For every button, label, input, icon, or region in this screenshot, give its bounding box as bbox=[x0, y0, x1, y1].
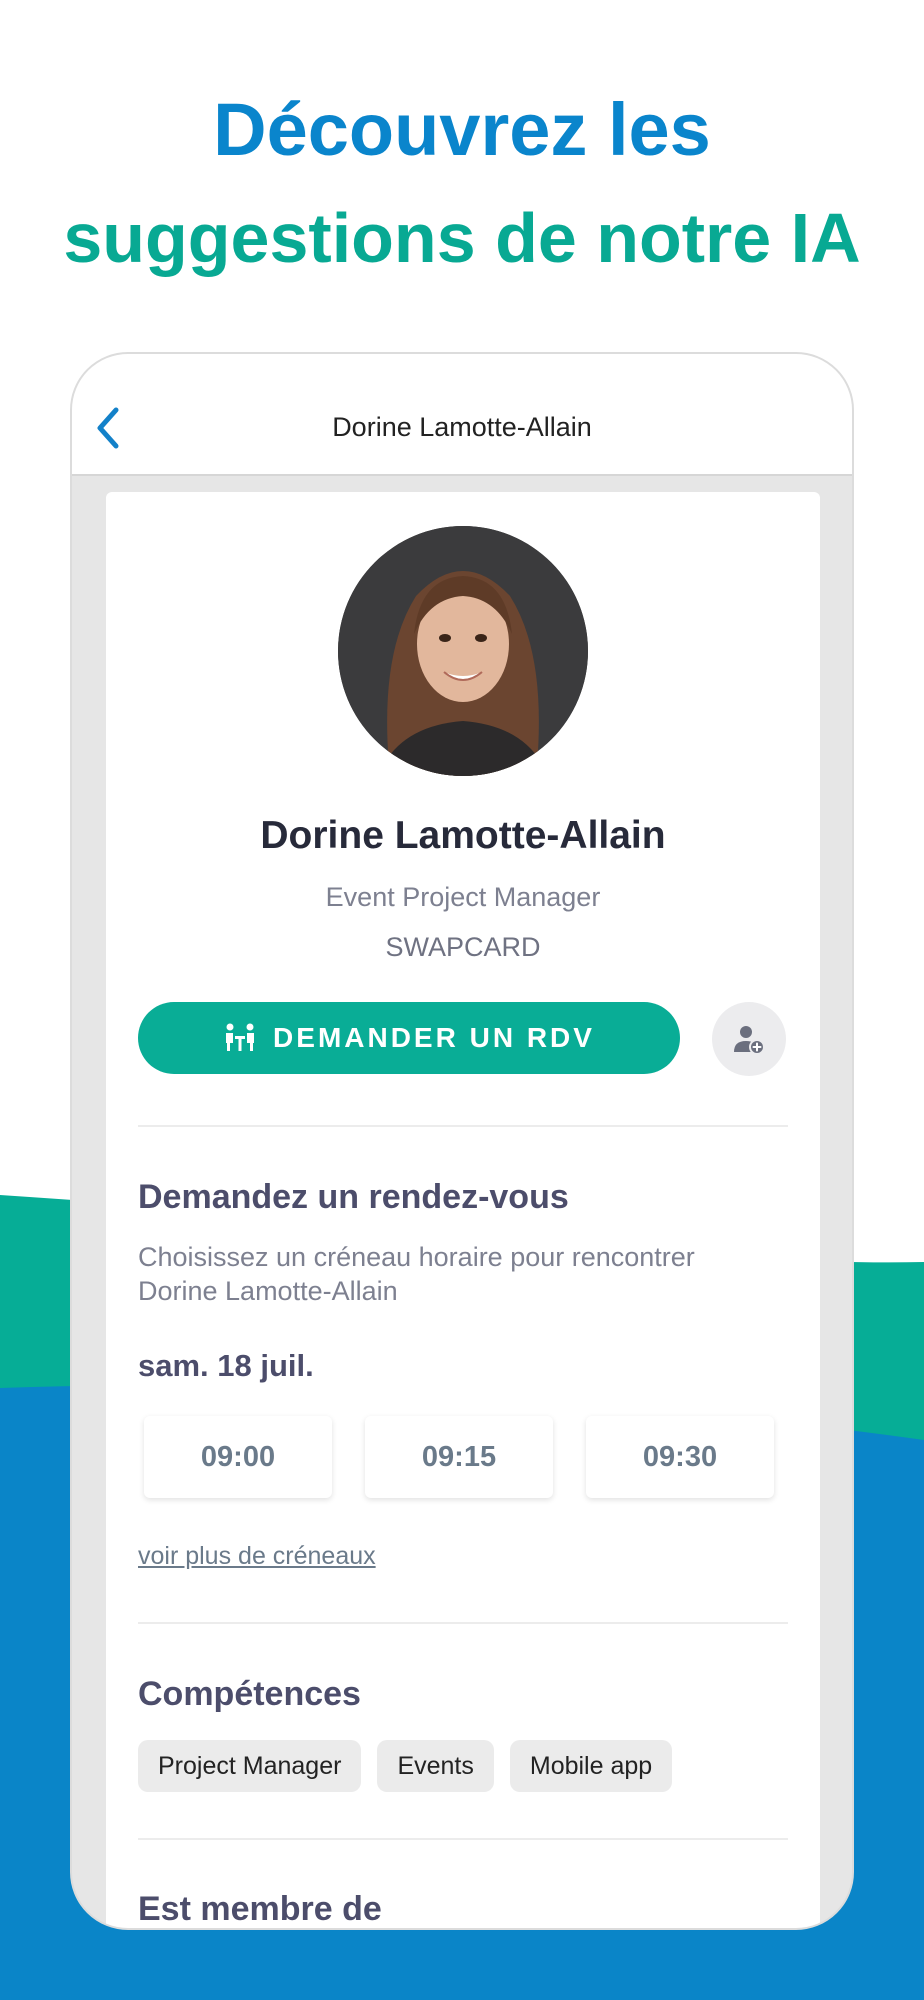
skills-section-title: Compétences bbox=[138, 1675, 361, 1713]
skill-tag: Events bbox=[377, 1740, 494, 1792]
job-title: Event Project Manager bbox=[325, 882, 601, 912]
time-slot[interactable]: 09:30 bbox=[586, 1416, 774, 1498]
divider bbox=[138, 1622, 788, 1624]
headline: Découvrez les suggestions de notre IA bbox=[0, 85, 924, 283]
time-slot[interactable]: 09:00 bbox=[144, 1416, 332, 1498]
profile-card: Dorine Lamotte-Allain Event Project Mana… bbox=[106, 492, 820, 1928]
add-contact-button[interactable] bbox=[712, 1002, 786, 1076]
skills-tag-list: Project Manager Events Mobile app bbox=[138, 1740, 673, 1792]
request-meeting-label: DEMANDER UN RDV bbox=[273, 1022, 595, 1053]
topbar-title: Dorine Lamotte-Allain bbox=[332, 412, 592, 442]
add-contact-icon bbox=[734, 1026, 765, 1055]
request-meeting-button[interactable]: DEMANDER UN RDV bbox=[138, 1002, 680, 1074]
avatar bbox=[338, 526, 588, 776]
meeting-section-title: Demandez un rendez-vous bbox=[138, 1178, 569, 1216]
headline-line-2: suggestions de notre IA bbox=[63, 199, 861, 277]
company-name: SWAPCARD bbox=[385, 932, 541, 962]
meeting-date: sam. 18 juil. bbox=[138, 1348, 314, 1383]
meeting-description: Choisissez un créneau horaire pour renco… bbox=[138, 1242, 695, 1306]
skill-tag: Mobile app bbox=[509, 1740, 673, 1792]
phone-frame: Dorine Lamotte-Allain Dorine Lamotte-All… bbox=[70, 352, 854, 1930]
profile-name: Dorine Lamotte-Allain bbox=[260, 814, 666, 857]
time-slot[interactable]: 09:15 bbox=[365, 1416, 553, 1498]
profile-photo bbox=[338, 526, 588, 776]
more-slots-link[interactable]: voir plus de créneaux bbox=[138, 1542, 376, 1571]
membership-section-title: Est membre de bbox=[138, 1890, 382, 1928]
headline-line-1: Découvrez les bbox=[213, 88, 711, 171]
divider bbox=[138, 1838, 788, 1840]
skill-tag: Project Manager bbox=[138, 1740, 362, 1792]
meeting-icon bbox=[226, 1023, 255, 1051]
divider bbox=[138, 1125, 788, 1127]
top-navigation-bar: Dorine Lamotte-Allain bbox=[72, 354, 852, 476]
